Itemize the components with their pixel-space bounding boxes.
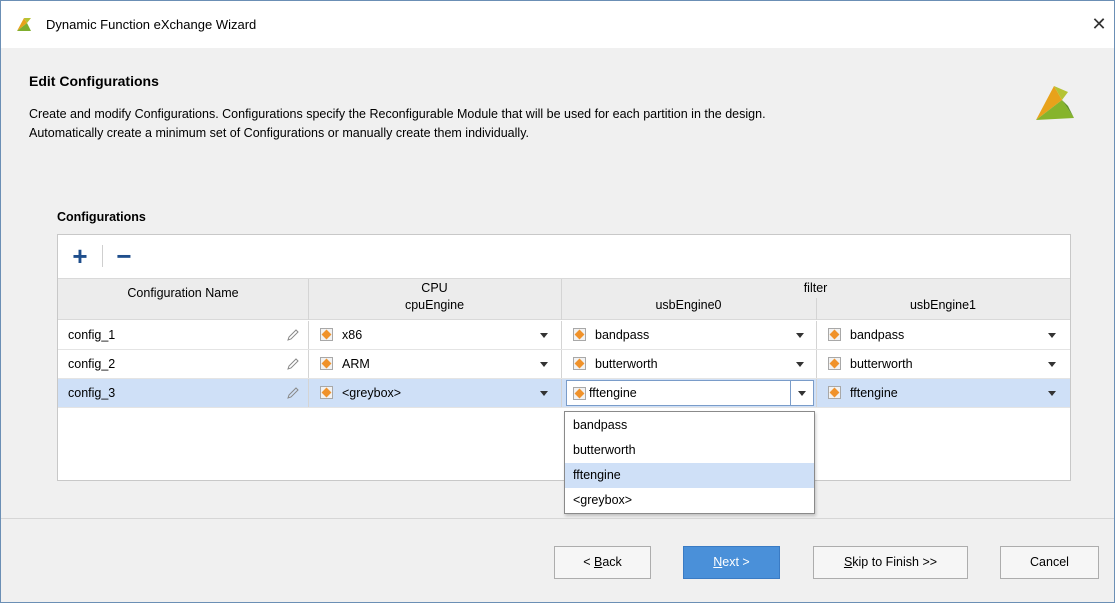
usbengine0-combo[interactable]: bandpass <box>573 321 808 349</box>
cell-divider <box>308 350 309 378</box>
combo-value: bandpass <box>595 328 650 342</box>
cell-divider <box>308 321 309 349</box>
chevron-down-icon[interactable] <box>540 333 548 338</box>
usbengine0-combo-open[interactable]: fftengine <box>566 380 814 406</box>
toolbar-separator <box>102 245 103 267</box>
module-icon <box>573 328 586 341</box>
combo-value: butterworth <box>595 357 658 371</box>
cell-divider <box>816 379 817 407</box>
dropdown-option-fftengine[interactable]: fftengine <box>565 463 814 488</box>
dropdown-option-butterworth[interactable]: butterworth <box>565 438 814 463</box>
cell-divider <box>816 321 817 349</box>
next-button[interactable]: Next > <box>683 546 780 579</box>
col-header-configuration-name[interactable]: Configuration Name <box>58 286 308 300</box>
wizard-window: Dynamic Function eXchange Wizard ✕ Edit … <box>0 0 1115 603</box>
cell-divider <box>561 350 562 378</box>
description-line-2: Automatically create a minimum set of Co… <box>29 126 529 140</box>
usbengine0-dropdown-list: bandpass butterworth fftengine <greybox> <box>564 411 815 514</box>
usbengine0-combo[interactable]: butterworth <box>573 350 808 378</box>
combo-value: butterworth <box>850 357 913 371</box>
skip-to-finish-button[interactable]: Skip to Finish >> <box>813 546 968 579</box>
usbengine1-combo[interactable]: butterworth <box>828 350 1060 378</box>
cell-divider <box>561 379 562 407</box>
dropdown-option-greybox[interactable]: <greybox> <box>565 488 814 513</box>
cpuengine-combo[interactable]: x86 <box>320 321 552 349</box>
next-label: ext > <box>722 555 750 569</box>
module-icon <box>320 328 333 341</box>
col-header-usbengine0[interactable]: usbEngine0 <box>561 298 816 312</box>
config-name[interactable]: config_3 <box>68 379 306 407</box>
skip-label: kip to Finish >> <box>852 555 938 569</box>
col-group-cpu: CPU <box>421 281 448 295</box>
combo-value: <greybox> <box>342 386 402 400</box>
edit-pencil-icon[interactable] <box>286 328 300 342</box>
combo-value: fftengine <box>850 386 898 400</box>
chevron-down-icon[interactable] <box>798 391 806 396</box>
back-label: ack <box>602 555 622 569</box>
xilinx-logo-icon <box>1036 86 1074 120</box>
config-name[interactable]: config_2 <box>68 350 306 378</box>
col-group-filter: filter <box>803 281 828 295</box>
dropdown-option-bandpass[interactable]: bandpass <box>565 413 814 438</box>
combo-split-divider <box>790 381 791 405</box>
module-icon <box>828 386 841 399</box>
remove-icon[interactable]: − <box>114 241 134 271</box>
module-icon <box>828 328 841 341</box>
edit-pencil-icon[interactable] <box>286 386 300 400</box>
add-icon[interactable]: + <box>70 241 90 271</box>
description-line-1: Create and modify Configurations. Config… <box>29 107 766 121</box>
vivado-logo-icon <box>17 18 31 31</box>
chevron-down-icon[interactable] <box>796 362 804 367</box>
next-mnemonic: N <box>713 555 723 569</box>
chevron-down-icon[interactable] <box>1048 362 1056 367</box>
chevron-down-icon[interactable] <box>1048 391 1056 396</box>
cell-divider <box>308 379 309 407</box>
module-icon <box>573 387 586 400</box>
config-name[interactable]: config_1 <box>68 321 306 349</box>
table-toolbar: + − <box>58 235 1070 278</box>
cpuengine-combo[interactable]: ARM <box>320 350 552 378</box>
usbengine1-combo[interactable]: fftengine <box>828 379 1060 407</box>
module-icon <box>573 357 586 370</box>
chevron-down-icon[interactable] <box>796 333 804 338</box>
col-header-usbengine1[interactable]: usbEngine1 <box>816 298 1070 312</box>
combo-value: ARM <box>342 357 370 371</box>
footer-divider <box>1 518 1114 519</box>
chevron-down-icon[interactable] <box>1048 333 1056 338</box>
combo-value: fftengine <box>589 386 637 400</box>
module-icon <box>828 357 841 370</box>
cancel-button[interactable]: Cancel <box>1000 546 1099 579</box>
back-button[interactable]: < Back <box>554 546 651 579</box>
cell-divider <box>561 321 562 349</box>
col-header-cpuengine[interactable]: cpuEngine <box>308 298 561 312</box>
wizard-header: Edit Configurations Create and modify Co… <box>1 48 1114 208</box>
combo-value: x86 <box>342 328 363 342</box>
table-header: Configuration Name CPU cpuEngine filter … <box>58 278 1070 320</box>
combo-value: bandpass <box>850 328 905 342</box>
window-title: Dynamic Function eXchange Wizard <box>46 17 257 32</box>
back-prefix: < <box>583 555 594 569</box>
module-icon <box>320 386 333 399</box>
title-bar: Dynamic Function eXchange Wizard ✕ <box>1 1 1114 48</box>
cell-divider <box>816 350 817 378</box>
table-row-selected[interactable]: config_3 <greybox> fftengine fftengine <box>58 379 1070 408</box>
table-row[interactable]: config_1 x86 bandpass bandpass <box>58 321 1070 350</box>
usbengine1-combo[interactable]: bandpass <box>828 321 1060 349</box>
edit-pencil-icon[interactable] <box>286 357 300 371</box>
chevron-down-icon[interactable] <box>540 362 548 367</box>
cpuengine-combo[interactable]: <greybox> <box>320 379 552 407</box>
close-icon[interactable]: ✕ <box>1084 9 1114 39</box>
chevron-down-icon[interactable] <box>540 391 548 396</box>
configurations-label: Configurations <box>57 210 146 224</box>
table-row[interactable]: config_2 ARM butterworth butterworth <box>58 350 1070 379</box>
module-icon <box>320 357 333 370</box>
page-title: Edit Configurations <box>29 73 159 89</box>
page-description: Create and modify Configurations. Config… <box>29 105 766 143</box>
